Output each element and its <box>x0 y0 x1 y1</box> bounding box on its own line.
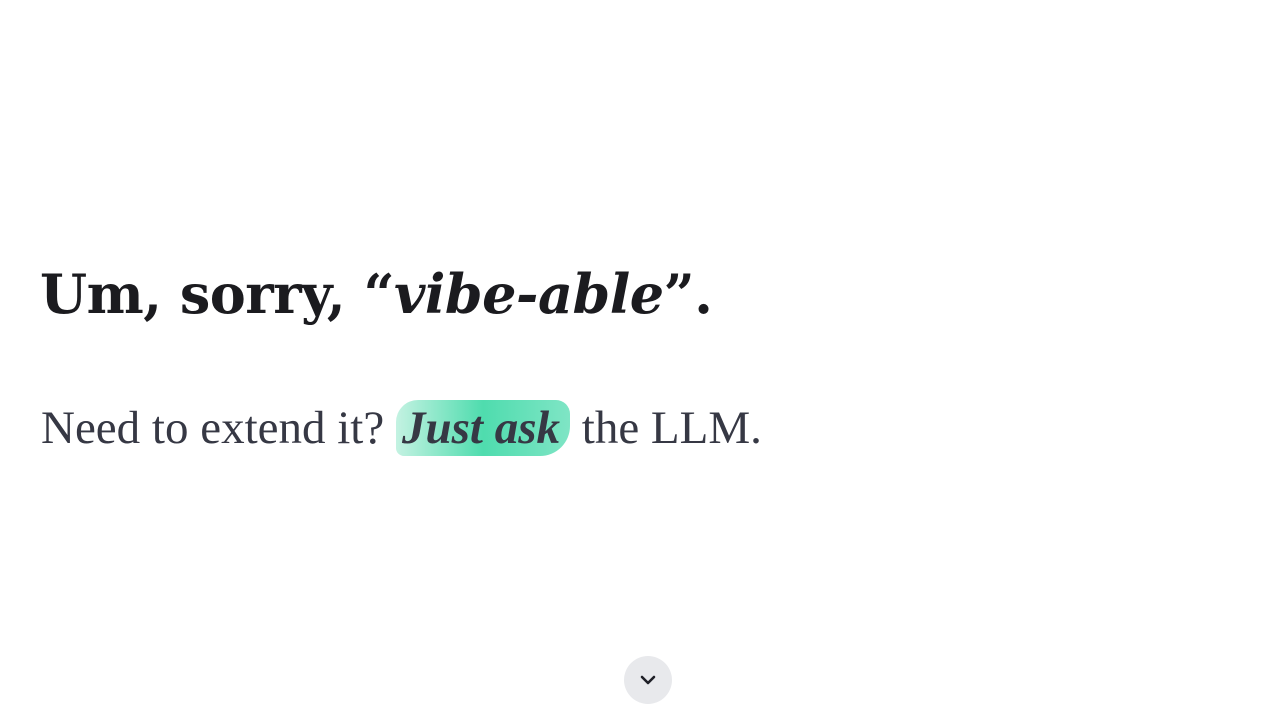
subline-before: Need to extend it? <box>41 402 396 454</box>
subline: Need to extend it? Just ask the LLM. <box>41 400 762 457</box>
headline-suffix: ”. <box>663 262 713 326</box>
scroll-down-button[interactable] <box>624 656 672 704</box>
headline: Um, sorry, “vibe-able”. <box>40 262 713 327</box>
chevron-down-icon <box>640 675 656 685</box>
highlighted-phrase: Just ask <box>395 400 571 457</box>
headline-prefix: Um, sorry, “ <box>40 262 395 326</box>
subline-after: the LLM. <box>570 402 762 454</box>
headline-emphasis: vibe-able <box>394 262 664 326</box>
